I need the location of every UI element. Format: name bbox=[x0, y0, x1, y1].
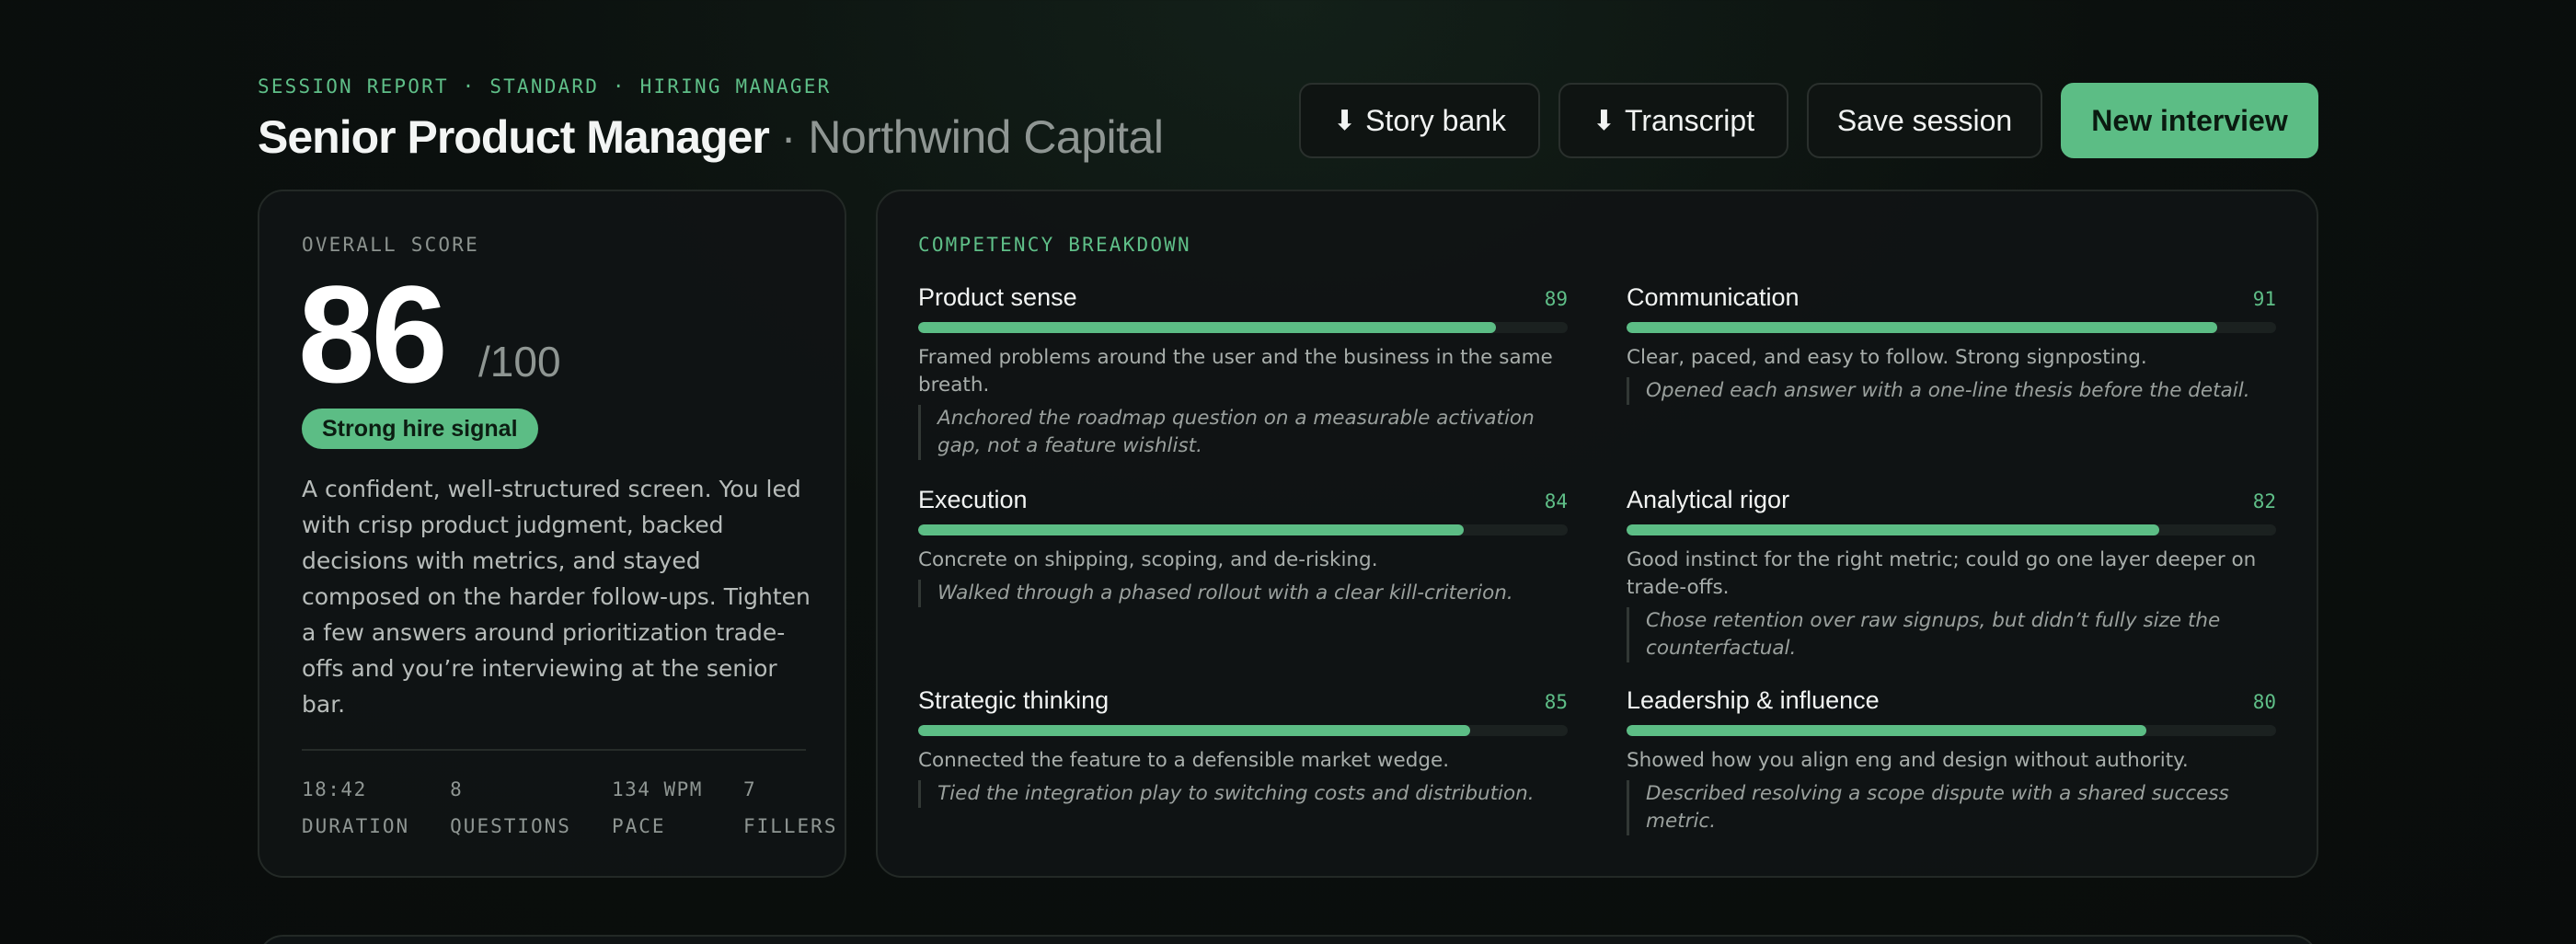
download-icon: ⬇ bbox=[1592, 105, 1616, 136]
competency-score: 80 bbox=[2252, 691, 2276, 713]
report-header: SESSION REPORT · STANDARD · HIRING MANAG… bbox=[258, 75, 2318, 167]
competency-strategic-thinking: Strategic thinking 85 Connected the feat… bbox=[918, 686, 1568, 808]
competency-description: Connected the feature to a defensible ma… bbox=[918, 749, 1450, 772]
competency-description: Clear, paced, and easy to follow. Strong… bbox=[1627, 346, 2147, 369]
competency-name: Leadership & influence bbox=[1627, 686, 1880, 714]
competency-name: Communication bbox=[1627, 283, 1800, 311]
competency-communication: Communication 91 Clear, paced, and easy … bbox=[1627, 283, 2276, 405]
competency-description: Showed how you align eng and design with… bbox=[1627, 749, 2189, 772]
competency-execution: Execution 84 Concrete on shipping, scopi… bbox=[918, 486, 1568, 607]
stat-pace: 134 WPM PACE bbox=[612, 778, 703, 837]
competency-score: 82 bbox=[2252, 490, 2276, 512]
score-bar bbox=[918, 322, 1568, 333]
session-eyebrow: SESSION REPORT · STANDARD · HIRING MANAG… bbox=[258, 75, 832, 98]
stat-value: 134 WPM bbox=[611, 778, 703, 800]
overall-score-label: OVERALL SCORE bbox=[302, 234, 479, 256]
competency-name: Strategic thinking bbox=[918, 686, 1110, 714]
hire-signal-badge: Strong hire signal bbox=[302, 409, 538, 449]
competency-score: 84 bbox=[1544, 490, 1568, 512]
competency-name: Product sense bbox=[918, 283, 1077, 311]
competency-name: Execution bbox=[918, 486, 1028, 513]
score-bar-fill bbox=[918, 524, 1465, 535]
overall-score-card: OVERALL SCORE 86 /100 Strong hire signal… bbox=[258, 190, 846, 878]
stat-label: DURATION bbox=[302, 815, 410, 837]
page-title: Senior Product Manager · Northwind Capit… bbox=[258, 110, 1164, 164]
competency-leadership-influence: Leadership & influence 80 Showed how you… bbox=[1627, 686, 2276, 835]
score-bar bbox=[1627, 322, 2276, 333]
competency-quote: Walked through a phased rollout with a c… bbox=[918, 580, 1568, 607]
competency-quote: Tied the integration play to switching c… bbox=[918, 780, 1568, 808]
competency-description: Concrete on shipping, scoping, and de-ri… bbox=[918, 548, 1378, 571]
score-bar bbox=[918, 725, 1568, 736]
story-bank-label: Story bank bbox=[1365, 103, 1507, 137]
competency-quote: Opened each answer with a one-line thesi… bbox=[1627, 377, 2276, 405]
stat-label: PACE bbox=[611, 815, 666, 837]
competency-score: 91 bbox=[2252, 288, 2276, 310]
session-stats: 18:42 DURATION 8 QUESTIONS 134 WPM PACE … bbox=[302, 778, 878, 837]
role-title: Senior Product Manager bbox=[258, 111, 770, 163]
stat-duration: 18:42 DURATION bbox=[302, 778, 409, 837]
download-icon: ⬇ bbox=[1332, 105, 1357, 136]
save-session-button[interactable]: Save session bbox=[1807, 83, 2042, 158]
competency-score: 89 bbox=[1544, 288, 1568, 310]
competency-label: COMPETENCY BREAKDOWN bbox=[918, 234, 1191, 256]
score-bar-fill bbox=[1627, 322, 2218, 333]
story-bank-button[interactable]: ⬇ Story bank bbox=[1299, 83, 1540, 158]
competency-analytical-rigor: Analytical rigor 82 Good instinct for th… bbox=[1627, 486, 2276, 662]
transcript-button[interactable]: ⬇ Transcript bbox=[1558, 83, 1788, 158]
score-bar bbox=[1627, 725, 2276, 736]
overall-score-value: 86 bbox=[298, 257, 448, 411]
competency-score: 85 bbox=[1544, 691, 1568, 713]
score-bar-fill bbox=[1627, 725, 2146, 736]
next-section-card bbox=[258, 935, 2318, 944]
competency-description: Framed problems around the user and the … bbox=[918, 346, 1553, 397]
stats-divider bbox=[302, 749, 806, 751]
stat-label: FILLERS bbox=[742, 815, 838, 837]
score-summary: A confident, well-structured screen. You… bbox=[302, 476, 811, 718]
competency-product-sense: Product sense 89 Framed problems around … bbox=[918, 283, 1568, 460]
stat-label: QUESTIONS bbox=[450, 815, 571, 837]
stat-fillers: 7 FILLERS bbox=[743, 778, 838, 837]
score-bar-fill bbox=[918, 322, 1497, 333]
new-interview-button[interactable]: New interview bbox=[2061, 83, 2318, 158]
competency-quote: Anchored the roadmap question on a measu… bbox=[918, 405, 1568, 460]
stat-questions: 8 QUESTIONS bbox=[450, 778, 571, 837]
company-name: · Northwind Capital bbox=[780, 111, 1164, 163]
competency-name: Analytical rigor bbox=[1627, 486, 1790, 513]
stat-value: 7 bbox=[742, 778, 757, 800]
transcript-label: Transcript bbox=[1625, 103, 1755, 137]
overall-score-max: /100 bbox=[478, 338, 561, 386]
competency-quote: Chose retention over raw signups, but di… bbox=[1627, 607, 2276, 662]
competency-description: Good instinct for the right metric; coul… bbox=[1627, 548, 2257, 599]
stat-value: 18:42 bbox=[302, 778, 367, 800]
competency-quote: Described resolving a scope dispute with… bbox=[1627, 780, 2276, 835]
header-actions: ⬇ Story bank ⬇ Transcript Save session N… bbox=[1299, 83, 2318, 158]
competency-breakdown-card: COMPETENCY BREAKDOWN Product sense 89 Fr… bbox=[876, 190, 2318, 878]
stat-value: 8 bbox=[450, 778, 464, 800]
score-bar bbox=[918, 524, 1568, 535]
score-bar-fill bbox=[918, 725, 1471, 736]
score-bar bbox=[1627, 524, 2276, 535]
score-bar-fill bbox=[1627, 524, 2159, 535]
